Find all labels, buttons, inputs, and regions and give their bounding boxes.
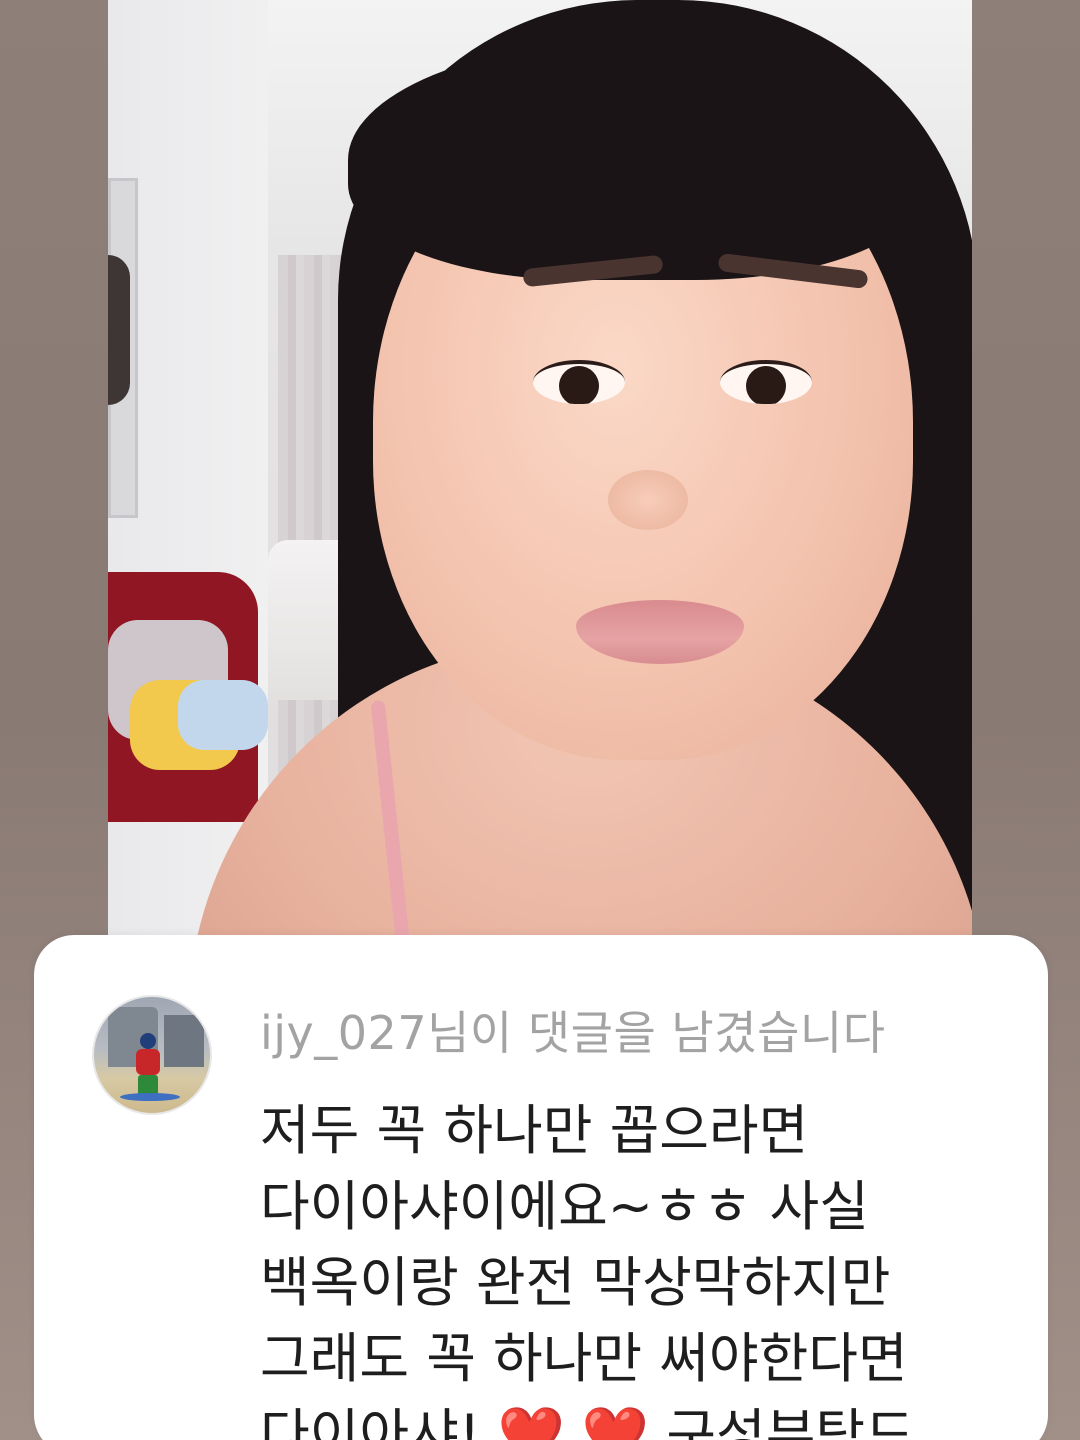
comment-line: 백옥이랑 완전 막상막하지만 bbox=[260, 1251, 891, 1314]
comment-text: 저두 꼭 하나만 꼽으라면 다이아샤이에요~ㅎㅎ 사실 백옥이랑 완전 막상막하… bbox=[260, 1093, 980, 1440]
comment-line: 다이아샤! ❤️ ❤️ 구성부탁드… bbox=[260, 1403, 969, 1440]
comment-line: 그래도 꼭 하나만 써야한다면 bbox=[260, 1327, 908, 1390]
eye bbox=[720, 360, 812, 404]
comment-notice: ijy_027님이 댓글을 남겼습니다 bbox=[260, 1006, 886, 1060]
avatar-child bbox=[140, 1033, 156, 1049]
wall-art bbox=[108, 255, 130, 405]
nose bbox=[608, 470, 688, 530]
comment-reply-sticker[interactable]: ijy_027님이 댓글을 남겼습니다 저두 꼭 하나만 꼽으라면 다이아샤이에… bbox=[34, 935, 1048, 1440]
comment-line: 다이아샤이에요~ㅎㅎ 사실 bbox=[260, 1175, 869, 1238]
person-bangs bbox=[348, 40, 928, 280]
story-screen: ijy_027님이 댓글을 남겼습니다 저두 꼭 하나만 꼽으라면 다이아샤이에… bbox=[0, 0, 1080, 1440]
eye bbox=[533, 360, 625, 404]
comment-line: 저두 꼭 하나만 꼽으라면 bbox=[260, 1099, 809, 1162]
avatar[interactable] bbox=[92, 995, 212, 1115]
avatar-building bbox=[164, 1015, 204, 1067]
pillow bbox=[178, 680, 268, 750]
avatar-child bbox=[136, 1049, 160, 1075]
avatar-ground bbox=[120, 1093, 180, 1101]
video-frame[interactable] bbox=[108, 0, 972, 935]
